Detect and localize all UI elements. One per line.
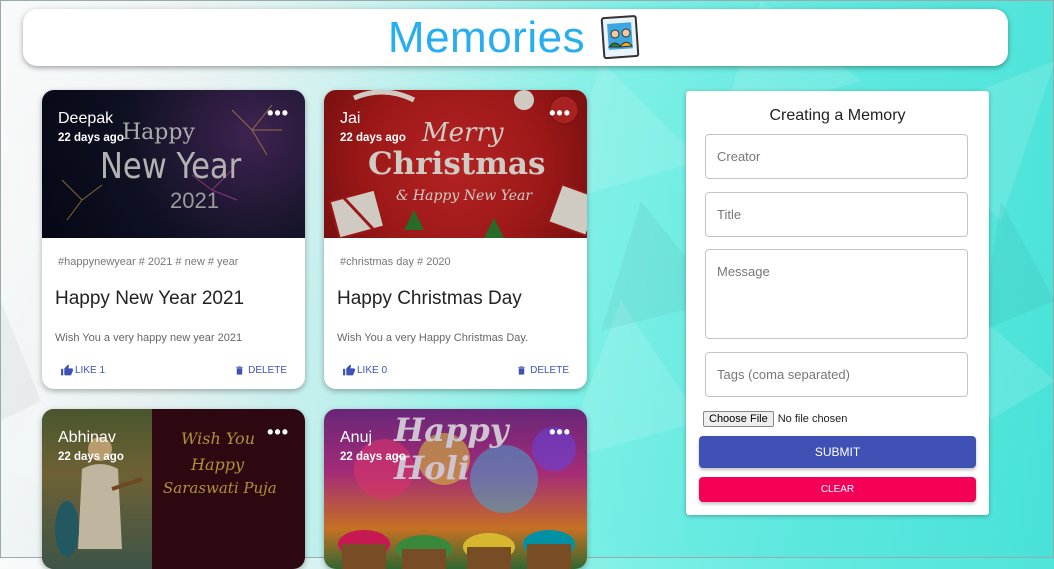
file-status: No file chosen: [777, 413, 848, 425]
message-placeholder: Message: [717, 264, 770, 279]
card-creator: Abhinav: [58, 429, 116, 446]
card-image: Happy New Year 2021 Deepak 22 days ago •…: [42, 90, 305, 238]
card-time: 22 days ago: [58, 132, 124, 144]
card-message: Wish You a very Happy Christmas Day.: [337, 332, 529, 344]
file-input: Choose File No file chosen: [703, 411, 847, 427]
delete-button[interactable]: DELETE: [516, 364, 569, 377]
card-title: Happy Christmas Day: [337, 288, 522, 309]
memory-card: Wish You Happy Saraswati Puja Abhinav 22…: [42, 409, 305, 569]
like-button[interactable]: LIKE 1: [60, 364, 105, 377]
title-field[interactable]: Title: [705, 192, 968, 237]
more-options-icon[interactable]: •••: [549, 423, 571, 441]
trash-icon: [236, 366, 243, 375]
creator-placeholder: Creator: [717, 149, 761, 164]
create-memory-form: Creating a Memory Creator Title Message …: [686, 91, 989, 515]
like-button[interactable]: LIKE 0: [342, 364, 387, 377]
thumb-up-icon: [343, 364, 355, 376]
message-field[interactable]: Message: [705, 249, 968, 339]
card-tags: #happynewyear # 2021 # new # year: [58, 256, 239, 268]
card-time: 22 days ago: [340, 132, 406, 144]
like-label: LIKE 0: [357, 365, 388, 376]
more-options-icon[interactable]: •••: [267, 423, 289, 441]
trash-icon: [518, 366, 525, 375]
card-image: Happy Holi Anuj 22 days ago •••: [324, 409, 587, 569]
tags-placeholder: Tags (coma separated): [717, 367, 850, 382]
memory-card: Merry Christmas & Happy New Year Jai 22 …: [324, 90, 587, 389]
card-message: Wish You a very happy new year 2021: [55, 332, 243, 344]
thumb-up-icon: [61, 364, 73, 376]
like-label: LIKE 1: [75, 365, 106, 376]
clear-label: CLEAR: [820, 484, 855, 495]
card-image: Merry Christmas & Happy New Year Jai 22 …: [324, 90, 587, 238]
choose-file-button[interactable]: Choose File: [703, 411, 774, 427]
delete-label: DELETE: [530, 365, 569, 376]
clear-button[interactable]: CLEAR: [699, 477, 976, 502]
app-bar: Memories: [23, 9, 1008, 66]
card-creator: Deepak: [58, 110, 114, 127]
more-options-icon[interactable]: •••: [267, 104, 289, 122]
app-title: Memories: [387, 12, 586, 62]
creator-field[interactable]: Creator: [705, 134, 968, 179]
submit-button[interactable]: SUBMIT: [699, 436, 976, 468]
photo-memories-icon: [600, 14, 640, 59]
form-title: Creating a Memory: [769, 107, 906, 124]
card-creator: Jai: [340, 110, 361, 127]
card-creator: Anuj: [340, 429, 373, 446]
delete-label: DELETE: [248, 365, 287, 376]
card-tags: #christmas day # 2020: [340, 256, 451, 268]
card-time: 22 days ago: [340, 451, 406, 463]
more-options-icon[interactable]: •••: [549, 104, 571, 122]
submit-label: SUBMIT: [814, 445, 861, 459]
memory-card: Happy New Year 2021 Deepak 22 days ago •…: [42, 90, 305, 389]
card-image: Wish You Happy Saraswati Puja Abhinav 22…: [42, 409, 305, 569]
memory-card: Happy Holi Anuj 22 days ago •••: [324, 409, 587, 569]
tags-field[interactable]: Tags (coma separated): [705, 352, 968, 397]
delete-button[interactable]: DELETE: [234, 364, 287, 377]
card-title: Happy New Year 2021: [55, 288, 245, 309]
card-time: 22 days ago: [58, 451, 124, 463]
title-placeholder: Title: [717, 207, 742, 222]
